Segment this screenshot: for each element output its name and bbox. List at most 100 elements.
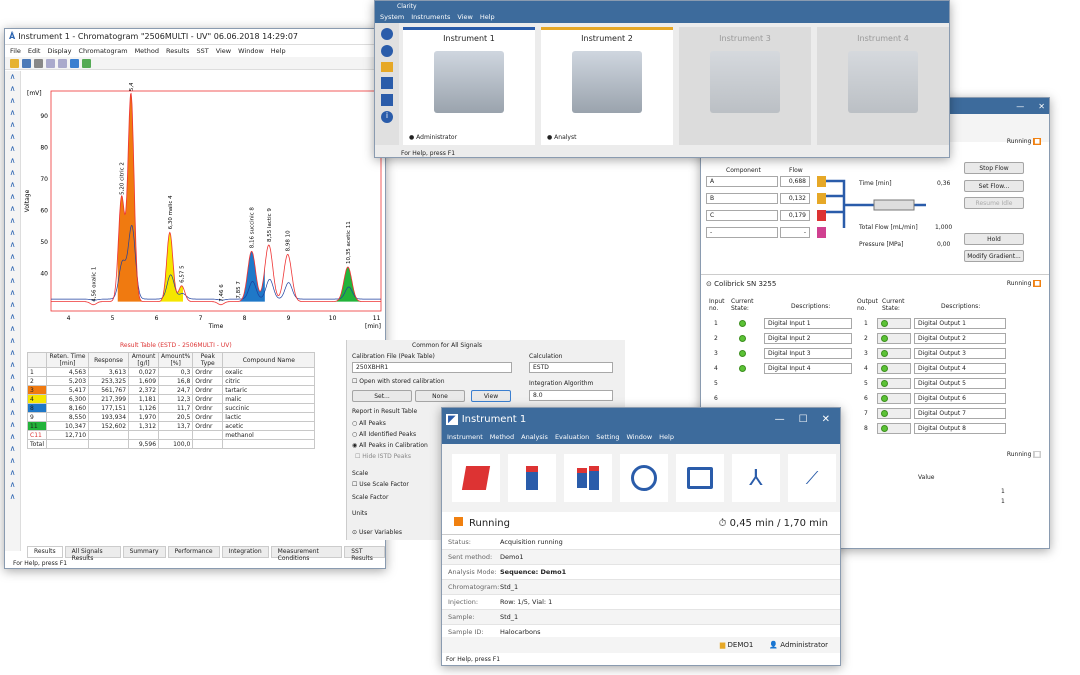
input-desc-field[interactable]: Digital Input 3: [764, 348, 852, 359]
tab-1[interactable]: All Signals Results: [64, 546, 121, 562]
menu-results[interactable]: Results: [166, 47, 189, 55]
inst-menu-evaluation[interactable]: Evaluation: [555, 433, 589, 441]
save-icon[interactable]: [22, 58, 31, 68]
menu-display[interactable]: Display: [47, 47, 71, 55]
zoom-in-icon[interactable]: [46, 58, 55, 68]
table-row[interactable]: 1 4,563 3,613 0,027 0,3 Ordnr oxalic: [26, 367, 316, 377]
tool-icon[interactable]: ∧: [5, 71, 20, 83]
menu-file[interactable]: File: [10, 47, 21, 55]
tab-0[interactable]: Results: [27, 546, 63, 558]
tool-icon[interactable]: ∧: [5, 251, 20, 263]
tool-icon[interactable]: ∧: [5, 275, 20, 287]
set-button[interactable]: Set...: [352, 390, 412, 402]
audit-icon[interactable]: [381, 94, 393, 106]
menu-view[interactable]: View: [216, 47, 231, 55]
tool-icon[interactable]: ∧: [5, 383, 20, 395]
none-button[interactable]: None: [415, 390, 465, 402]
chromatogram-chart[interactable]: 4 5 6 7 8 9 10 11 40 50 60 70 80 90 Time [min] Voltage [m…: [21, 83, 386, 341]
tool-icon[interactable]: ∧: [5, 191, 20, 203]
close-icon[interactable]: ✕: [822, 414, 830, 425]
inst-menu-help[interactable]: Help: [659, 433, 674, 441]
instrument-card-4[interactable]: Instrument 4: [817, 27, 949, 145]
instrument-card-2[interactable]: Instrument 2 ● Analyst: [541, 27, 673, 145]
tool-icon[interactable]: ∧: [5, 455, 20, 467]
tab-4[interactable]: Integration: [221, 546, 269, 558]
folder-icon[interactable]: [381, 62, 393, 72]
tool-icon[interactable]: ∧: [5, 203, 20, 215]
output-toggle[interactable]: [877, 378, 911, 389]
tool-icon[interactable]: ∧: [5, 155, 20, 167]
radio-all-peaks[interactable]: ○ All Peaks: [352, 420, 386, 427]
menu-chromatogram[interactable]: Chromatogram: [78, 47, 127, 55]
output-desc-field[interactable]: Digital Output 4: [914, 363, 1006, 374]
output-toggle[interactable]: [877, 333, 911, 344]
tab-6[interactable]: SST Results: [344, 546, 385, 562]
user-icon[interactable]: [381, 28, 393, 40]
output-toggle[interactable]: [877, 348, 911, 359]
output-desc-field[interactable]: Digital Output 8: [914, 423, 1006, 434]
inst-menu-window[interactable]: Window: [627, 433, 653, 441]
tool-icon[interactable]: ∧: [5, 491, 20, 503]
inst-menu-instrument[interactable]: Instrument: [447, 433, 483, 441]
resume-idle-button[interactable]: Resume Idle: [964, 197, 1024, 209]
instrument-card-3[interactable]: Instrument 3: [679, 27, 811, 145]
clarity-menu-instruments[interactable]: Instruments: [411, 13, 450, 21]
tool-icon[interactable]: ∧: [5, 179, 20, 191]
radio-calibration[interactable]: ◉ All Peaks in Calibration: [352, 442, 428, 449]
cursor-icon[interactable]: [82, 58, 91, 68]
tool-icon[interactable]: ∧: [5, 119, 20, 131]
single-analysis-icon[interactable]: [508, 454, 556, 502]
output-desc-field[interactable]: Digital Output 7: [914, 408, 1006, 419]
radio-identified[interactable]: ○ All Identified Peaks: [352, 431, 416, 438]
inst-menu-setting[interactable]: Setting: [596, 433, 619, 441]
restore-icon[interactable]: ☐: [799, 414, 808, 425]
tool-icon[interactable]: ∧: [5, 143, 20, 155]
input-desc-field[interactable]: Digital Input 2: [764, 333, 852, 344]
output-toggle[interactable]: [877, 363, 911, 374]
open-icon[interactable]: [10, 58, 19, 68]
report-icon[interactable]: [381, 77, 393, 89]
output-toggle[interactable]: [877, 318, 911, 329]
tool-icon[interactable]: ∧: [5, 131, 20, 143]
output-toggle[interactable]: [877, 408, 911, 419]
tool-icon[interactable]: ∧: [5, 167, 20, 179]
calibration-icon[interactable]: ⟋: [788, 454, 836, 502]
tool-icon[interactable]: ∧: [5, 323, 20, 335]
hold-button[interactable]: Hold: [964, 233, 1024, 245]
input-desc-field[interactable]: Digital Input 1: [764, 318, 852, 329]
tool-icon[interactable]: ∧: [5, 95, 20, 107]
set-flow-button[interactable]: Set Flow...: [964, 180, 1024, 192]
output-toggle[interactable]: [877, 393, 911, 404]
tab-5[interactable]: Measurement Conditions: [270, 546, 343, 562]
tool-icon[interactable]: ∧: [5, 335, 20, 347]
tool-icon[interactable]: ∧: [5, 227, 20, 239]
tool-icon[interactable]: ∧: [5, 407, 20, 419]
tool-icon[interactable]: ∧: [5, 287, 20, 299]
tool-icon[interactable]: ∧: [5, 239, 20, 251]
table-row[interactable]: C11 12,710 methanol: [26, 430, 316, 440]
table-row[interactable]: 8 8,160 177,151 1,126 11,7 Ordnr succinic: [26, 403, 316, 413]
table-row[interactable]: 3 5,417 561,767 2,372 24,7 Ordnr tartaric: [26, 385, 316, 395]
tool-icon[interactable]: ∧: [5, 107, 20, 119]
zoom-out-icon[interactable]: [58, 58, 67, 68]
output-desc-field[interactable]: Digital Output 3: [914, 348, 1006, 359]
output-desc-field[interactable]: Digital Output 2: [914, 333, 1006, 344]
table-row[interactable]: 4 6,300 217,399 1,181 12,3 Ordnr malic: [26, 394, 316, 404]
view-button[interactable]: View: [471, 390, 511, 402]
menu-help[interactable]: Help: [271, 47, 286, 55]
hide-istd-checkbox[interactable]: ☐ Hide ISTD Peaks: [355, 453, 411, 460]
calculation-select[interactable]: ESTD: [529, 362, 613, 373]
data-acquisition-icon[interactable]: [676, 454, 724, 502]
table-row[interactable]: 9 8,550 193,934 1,970 20,5 Ordnr lactic: [26, 412, 316, 422]
minimize-icon[interactable]: —: [1016, 102, 1024, 111]
tool-icon[interactable]: ∧: [5, 443, 20, 455]
tool-icon[interactable]: ∧: [5, 371, 20, 383]
integ-select[interactable]: 8.0: [529, 390, 613, 401]
tool-icon[interactable]: ∧: [5, 467, 20, 479]
tab-2[interactable]: Summary: [122, 546, 166, 558]
calib-file-field[interactable]: 250XBHR1: [352, 362, 512, 373]
tool-icon[interactable]: ∧: [5, 311, 20, 323]
output-desc-field[interactable]: Digital Output 5: [914, 378, 1006, 389]
minimize-icon[interactable]: —: [775, 414, 785, 425]
menu-window[interactable]: Window: [238, 47, 264, 55]
